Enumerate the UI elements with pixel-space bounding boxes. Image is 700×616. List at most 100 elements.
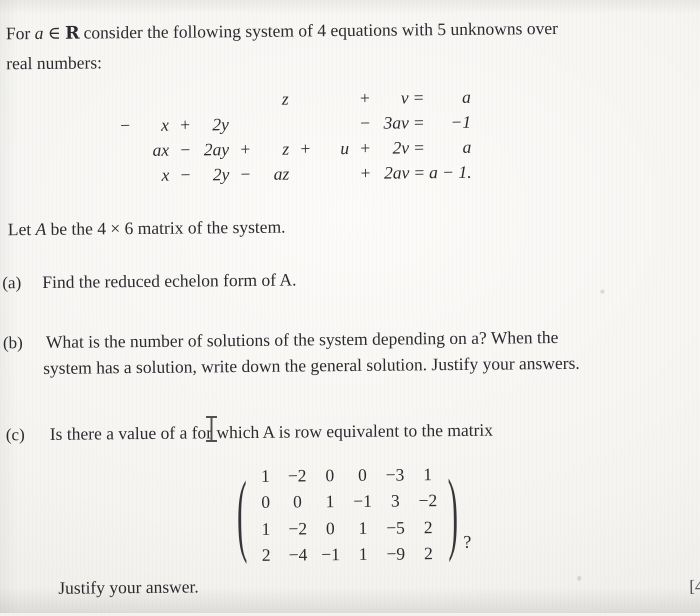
matrix-cell: 3 [390,490,400,512]
equation-row: − x + 2y − 3av = −1 [111,110,473,139]
matrix-statement: Let A be the 4 × 6 matrix of the system. [7,216,286,240]
matrix-block: ( 1 −2 0 0 −3 1 0 0 1 −1 3 −2 1 −2 0 1 −… [236,461,471,569]
eq-rhs: a − 1. [429,162,472,183]
eq-c1: x [161,165,170,186]
question-text-a: Find the reduced echelon form of A. [42,269,297,292]
eq-c1: x [160,114,169,135]
question-text-b-line-1: What is the number of solutions of the s… [45,327,559,352]
intro-line-2: real numbers: [6,52,103,74]
eq-c4 [313,161,351,186]
matrix-cell: −1 [353,491,373,512]
matrix-cell: −5 [386,517,405,538]
eq-c1: ax [152,139,170,161]
eq-relation: = [412,112,425,133]
matrix-row: 2 −4 −1 1 −9 2 [251,540,445,568]
matrix-row: 1 −2 0 1 −5 2 [250,514,444,542]
eq-c4 [312,86,350,111]
eq-c2-op [170,88,192,113]
eq-c4-op [290,86,312,111]
eq-relation: = [412,87,425,108]
marks-allocation: [4 [689,576,700,596]
eq-c4 [313,111,351,136]
matrix-cell: 0 [325,517,335,539]
matrix-cell: −4 [288,544,308,565]
matrix-cell: −2 [288,518,308,539]
eq-c5-op: + [359,137,372,159]
eq-c5: 3av [383,112,409,133]
equation-table: z + v = a − x + 2y − 3av = −1 ax − 2ay +… [110,85,473,189]
eq-c5: 2av [383,162,410,183]
matrix-table: 1 −2 0 0 −3 1 0 0 1 −1 3 −2 1 −2 0 1 −5 … [250,461,445,568]
eq-c3-op: + [239,139,252,160]
matrix-cell: 2 [261,544,271,566]
eq-c1 [132,88,170,113]
question-label-a: (a) [2,273,22,293]
matrix-statement-post: be the 4 × 6 matrix of the system. [50,216,286,239]
intro-post: consider the following system of 4 equat… [83,17,558,43]
matrix-cell: −2 [287,465,307,486]
eq-c3: z [282,138,290,159]
eq-c2 [192,87,230,112]
matrix-cell: 1 [358,544,368,565]
eq-c3: az [273,163,290,185]
matrix-cell: 1 [325,491,335,512]
matrix-cell: −2 [418,490,438,511]
equation-row: ax − 2ay + z + u + 2v = a [111,135,473,164]
equation-rows: z + v = a − x + 2y − 3av = −1 ax − 2ay +… [110,85,473,189]
matrix-cell: −1 [321,544,340,565]
question-text-c: Is there a value of a for which A is row… [49,419,494,444]
paper-smudge [600,289,605,294]
matrix-cell: 1 [358,517,368,538]
eq-c3: z [281,88,289,109]
matrix-cell: −3 [385,464,405,485]
eq-c5-op: − [358,112,371,134]
intro-line-1: For a ∈ R consider the following system … [6,17,558,44]
eq-c5: 2v [392,137,410,158]
matrix-cell: 1 [260,465,270,486]
intro-variable: a [34,22,44,44]
eq-c5-op: + [358,87,371,108]
eq-c2-op: − [179,139,192,160]
question-label-b: (b) [2,333,23,353]
matrix-statement-pre: Let [7,219,32,240]
eq-c1-op [111,138,133,163]
matrix-cell: 0 [325,465,335,486]
question-text-b-line-2: system has a solution, write down the ge… [43,352,580,378]
eq-c1-op [111,163,133,188]
closing-instruction: Justify your answer. [58,576,199,598]
eq-rhs: a [462,137,472,158]
eq-c3-op [230,87,252,112]
matrix-open-paren: ( [236,462,248,566]
eq-c1-op [110,88,132,113]
eq-c2-op: − [179,164,192,185]
document-sheet: For a ∈ R consider the following system … [0,0,700,616]
eq-c2: 2ay [203,139,230,160]
eq-c5-op: + [359,163,372,184]
matrix-cell: 0 [292,491,302,512]
eq-c3 [253,112,291,137]
matrix-cell: −9 [386,543,406,564]
eq-c3-op: − [239,164,252,185]
element-of-symbol: ∈ [47,22,61,43]
eq-rhs: −1 [450,111,472,133]
eq-relation: = [412,137,425,158]
matrix-statement-variable: A [35,218,47,240]
matrix-cell: 1 [423,464,433,485]
equation-row: z + v = a [110,85,472,114]
eq-c3-op [231,112,253,137]
eq-c2: 2y [212,164,230,185]
matrix-rows: 1 −2 0 0 −3 1 0 0 1 −1 3 −2 1 −2 0 1 −5 … [250,461,445,568]
eq-c4-op [291,162,313,187]
eq-c4-op: + [299,138,312,159]
equation-system: z + v = a − x + 2y − 3av = −1 ax − 2ay +… [110,85,473,189]
paper-smudge [577,575,582,581]
matrix-cell: 2 [423,543,433,564]
matrix-cell: 0 [261,492,271,513]
eq-rhs: a [461,86,471,107]
matrix-close-paren: ) [447,460,459,564]
eq-relation: = [413,162,426,183]
matrix-row: 0 0 1 −1 3 −2 [250,487,444,515]
matrix-cell: 1 [261,518,271,539]
eq-c5: v [400,87,409,108]
question-label-c: (c) [5,425,25,445]
